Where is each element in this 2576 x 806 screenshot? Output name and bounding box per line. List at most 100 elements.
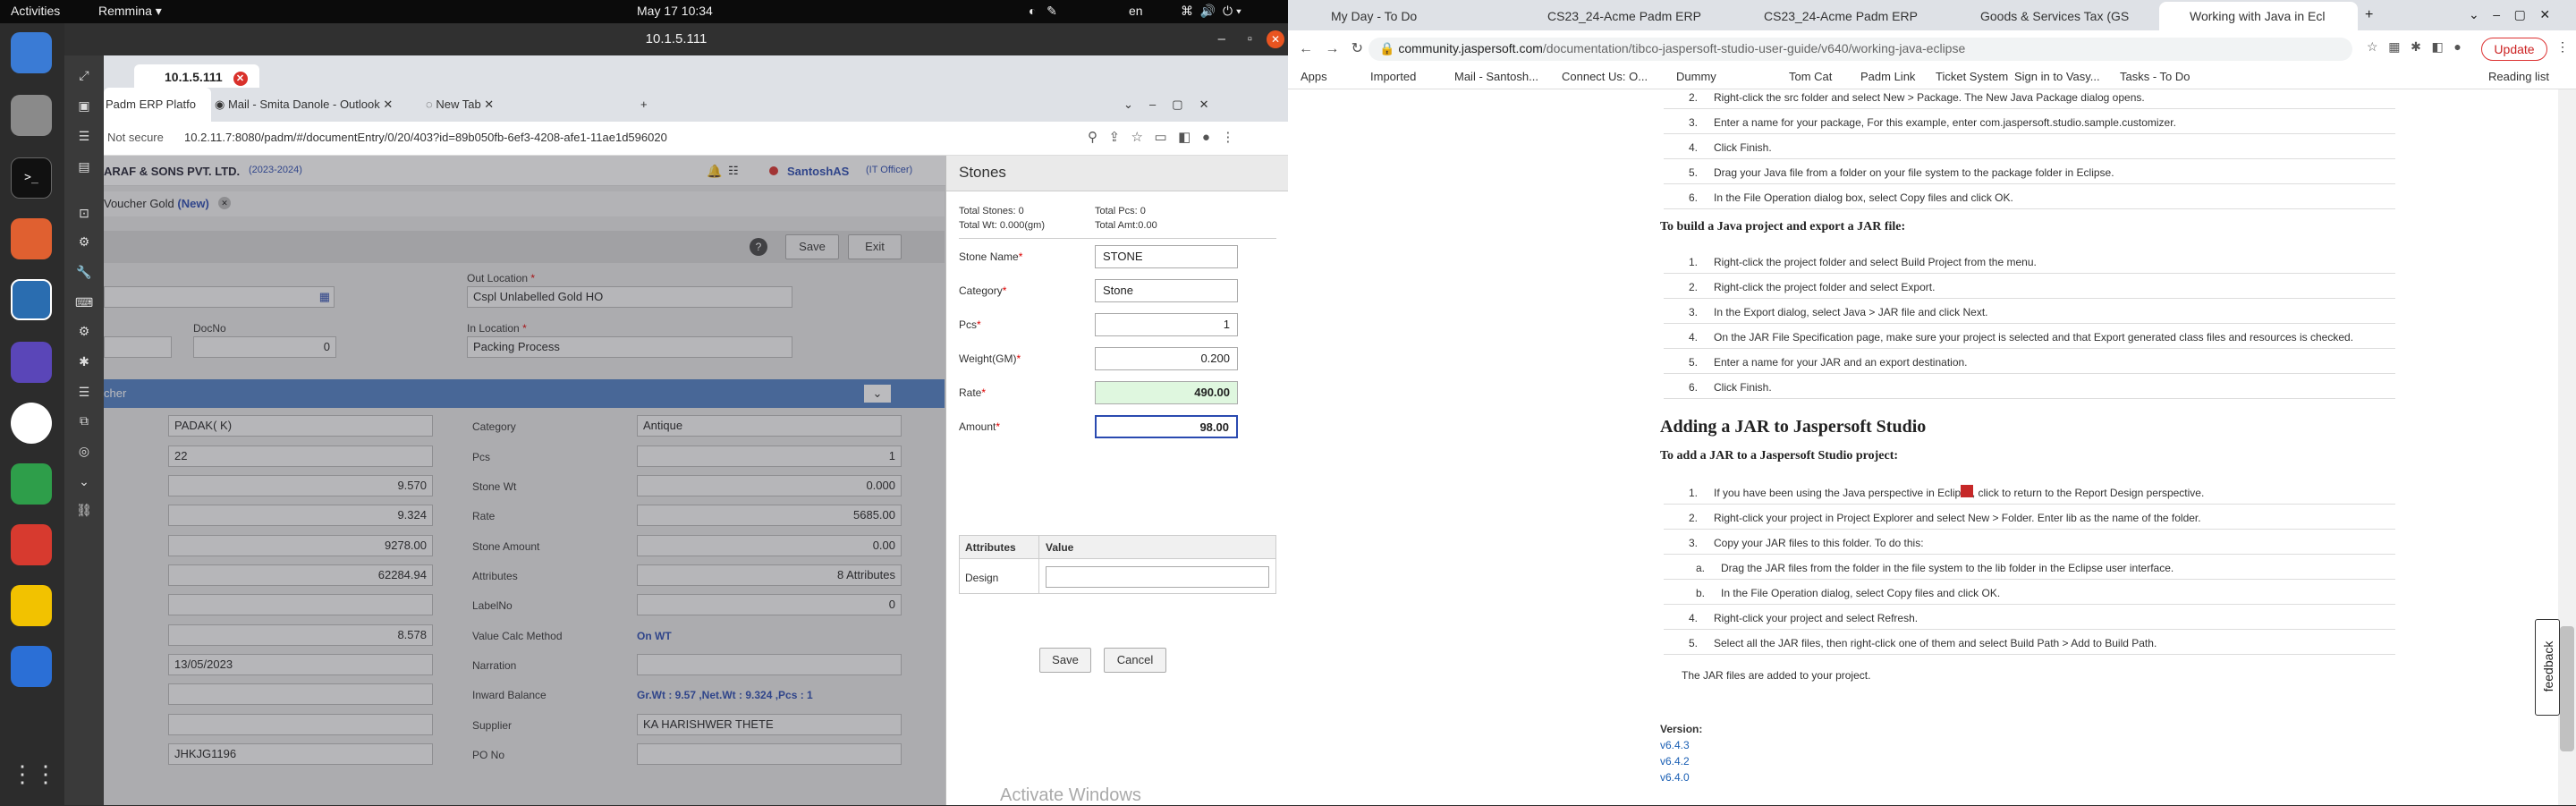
menu-icon[interactable]: ☰ xyxy=(75,129,93,147)
tab-gst[interactable]: Goods & Services Tax (GS xyxy=(1950,2,2157,30)
tab-todo[interactable]: My Day - To Do xyxy=(1301,2,1506,30)
remote-desktop[interactable]: 10.1.5.111 ✕ Padm ERP Platfo ◉ Mail - Sm… xyxy=(104,55,1289,805)
app-grid-icon[interactable]: ⋮⋮⋮ xyxy=(11,753,80,794)
star-icon[interactable] xyxy=(11,585,52,626)
reading-list[interactable]: Reading list xyxy=(2488,70,2549,83)
modal-backdrop[interactable] xyxy=(104,156,945,805)
remmina-icon[interactable] xyxy=(11,279,52,320)
bookmark-2[interactable]: Mail - Santosh... xyxy=(1454,70,1538,83)
bookmark-1[interactable]: Imported xyxy=(1370,70,1416,83)
tab-outlook-label: Mail - Smita Danole - Outlook xyxy=(227,98,380,111)
files-icon[interactable] xyxy=(11,95,52,136)
feedback-tab[interactable]: feedback xyxy=(2535,619,2560,716)
keyboard-icon[interactable]: ⌨ xyxy=(75,295,93,313)
tools-icon[interactable]: 🔧 xyxy=(75,265,93,283)
version-link[interactable]: v6.4.2 xyxy=(1660,755,1690,768)
new-tab-button[interactable]: + xyxy=(640,88,648,122)
update-button[interactable]: Update xyxy=(2481,38,2547,61)
list-item: 5. Select all the JAR files, then right-c… xyxy=(1671,637,2404,651)
menu-icon[interactable]: ⋮ xyxy=(2556,39,2569,55)
tab-erp-2[interactable]: CS23_24-Acme Padm ERP xyxy=(1733,2,1941,30)
version-link[interactable]: v6.4.0 xyxy=(1660,771,1690,784)
stones-title: Stones xyxy=(946,156,1289,191)
scrollbar[interactable] xyxy=(2558,89,2576,805)
thunderbird-icon[interactable] xyxy=(11,32,52,73)
address-icons[interactable]: ⚲ ⇪ ☆ ▭ ◧ ● ⋮ xyxy=(1088,129,1234,145)
grab-icon[interactable]: ⊡ xyxy=(75,206,93,224)
settings-icon[interactable]: ⚙ xyxy=(75,324,93,342)
stones-cancel-button[interactable]: Cancel xyxy=(1104,648,1166,673)
window-controls[interactable]: ⌄ – ▢ ✕ xyxy=(2469,7,2550,22)
tab-todo-label: My Day - To Do xyxy=(1331,9,1418,23)
item-number: 3. xyxy=(1688,116,1698,129)
url-field[interactable]: 10.2.11.7:8080/padm/#/documentEntry/0/20… xyxy=(184,131,667,144)
bookmark-0[interactable]: Apps xyxy=(1301,70,1327,83)
terminal-icon[interactable]: >_ xyxy=(11,157,52,199)
tab-jaspersoft[interactable]: Working with Java in Ecl xyxy=(2159,2,2358,30)
bookmark-6[interactable]: Padm Link xyxy=(1860,70,1915,83)
bookmark-8[interactable]: Sign in to Vasy... xyxy=(2014,70,2100,83)
list-item: 4. On the JAR File Specification page, ma… xyxy=(1671,331,2404,345)
stone-field-1[interactable]: Stone xyxy=(1095,279,1238,302)
item-text: Select all the JAR files, then right-cli… xyxy=(1714,637,2157,649)
design-value-input[interactable] xyxy=(1046,566,1269,588)
browser-address-bar: ← → ↻ 🔒 community.jaspersoft.com/documen… xyxy=(1288,30,2576,66)
scrollbar-thumb[interactable] xyxy=(2560,626,2574,751)
list-item: 2. Right-click the project folder and sel… xyxy=(1671,281,2404,295)
scale-icon[interactable]: ▣ xyxy=(75,98,93,116)
preferences-icon[interactable]: ⚙ xyxy=(75,234,93,252)
attr-design: Design xyxy=(965,572,999,584)
item-text: Click Finish. xyxy=(1714,381,1772,394)
stones-panel: Stones Total Stones: 0 Total Pcs: 0 Tota… xyxy=(945,156,1289,805)
chrome-icon[interactable] xyxy=(11,403,52,444)
stone-field-0[interactable]: STONE xyxy=(1095,245,1238,268)
bookmark-9[interactable]: Tasks - To Do xyxy=(2120,70,2190,83)
remmina-toolbar: ⤢ ▣ ☰ ▤ ⊡ ⚙ 🔧 ⌨ ⚙ ✱ ☰ ⧉ ◎ ⌄ ⛓ xyxy=(64,55,104,805)
system-tray-icons[interactable]: ⌘ 🔊 ⏻ ▾ xyxy=(1181,4,1241,19)
writer-icon[interactable] xyxy=(11,646,52,687)
nav-buttons[interactable]: ← → ↻ xyxy=(1299,39,1363,57)
bookmark-4[interactable]: Dummy xyxy=(1676,70,1716,83)
bookmark-7[interactable]: Ticket System xyxy=(1936,70,2008,83)
link-icon[interactable]: ⛓ xyxy=(75,503,93,521)
activities-button[interactable]: Activities xyxy=(11,4,60,18)
stone-field-5[interactable]: 98.00 xyxy=(1095,415,1238,438)
version-link[interactable]: v6.4.3 xyxy=(1660,739,1690,751)
stone-field-3[interactable]: 0.200 xyxy=(1095,347,1238,370)
tab-erp[interactable]: Padm ERP Platfo xyxy=(104,88,211,122)
clock[interactable]: May 17 10:34 xyxy=(637,4,713,18)
fullscreen-icon[interactable]: ⤢ xyxy=(75,68,93,86)
not-secure-label[interactable]: Not secure xyxy=(107,131,164,144)
screenshot-icon[interactable]: ◎ xyxy=(75,444,93,462)
tab-erp-1[interactable]: CS23_24-Acme Padm ERP xyxy=(1517,2,1724,30)
minimize-icon[interactable]: – xyxy=(1218,23,1225,55)
list-icon[interactable]: ☰ xyxy=(75,385,93,403)
copy-icon[interactable]: ⧉ xyxy=(75,413,93,431)
extension-icons[interactable]: ☆ ▦ ✱ ◧ ● xyxy=(2367,39,2462,55)
screenshot-icon[interactable] xyxy=(11,342,52,383)
keyboard-lang[interactable]: en xyxy=(1129,4,1143,18)
heading-add-jar-project: To add a JAR to a Jaspersoft Studio proj… xyxy=(1660,449,1899,462)
stone-field-4[interactable]: 490.00 xyxy=(1095,381,1238,404)
new-tab-button[interactable]: + xyxy=(2365,7,2373,23)
software-icon[interactable] xyxy=(11,218,52,259)
close-tab-icon[interactable]: ✕ xyxy=(233,72,248,86)
dynamic-res-icon[interactable]: ▤ xyxy=(75,159,93,177)
app-menu[interactable]: Remmina ▾ xyxy=(98,4,162,19)
spreadsheet-icon[interactable] xyxy=(11,463,52,505)
close-icon[interactable]: ✕ xyxy=(1267,30,1284,48)
maximize-icon[interactable]: ▫ xyxy=(1248,23,1252,55)
url-field[interactable]: 🔒 community.jaspersoft.com/documentation… xyxy=(1368,38,2352,61)
chevron-down-icon[interactable]: ⌄ xyxy=(75,474,93,492)
tab-erp-1-label: CS23_24-Acme Padm ERP xyxy=(1547,9,1701,23)
tab-new[interactable]: ◌ New Tab ✕ xyxy=(426,88,494,122)
window-controls[interactable]: ⌄ – ▢ ✕ xyxy=(1123,88,1208,122)
lock-icon[interactable]: ✱ xyxy=(75,354,93,372)
bookmark-3[interactable]: Connect Us: O... xyxy=(1562,70,1648,83)
remmina-tab[interactable]: 10.1.5.111 ✕ xyxy=(134,64,259,89)
bookmark-5[interactable]: Tom Cat xyxy=(1789,70,1832,83)
stones-save-button[interactable]: Save xyxy=(1039,648,1091,673)
anydesk-icon[interactable] xyxy=(11,524,52,565)
tab-outlook[interactable]: ◉ Mail - Smita Danole - Outlook ✕ xyxy=(215,88,393,122)
stone-field-2[interactable]: 1 xyxy=(1095,313,1238,336)
